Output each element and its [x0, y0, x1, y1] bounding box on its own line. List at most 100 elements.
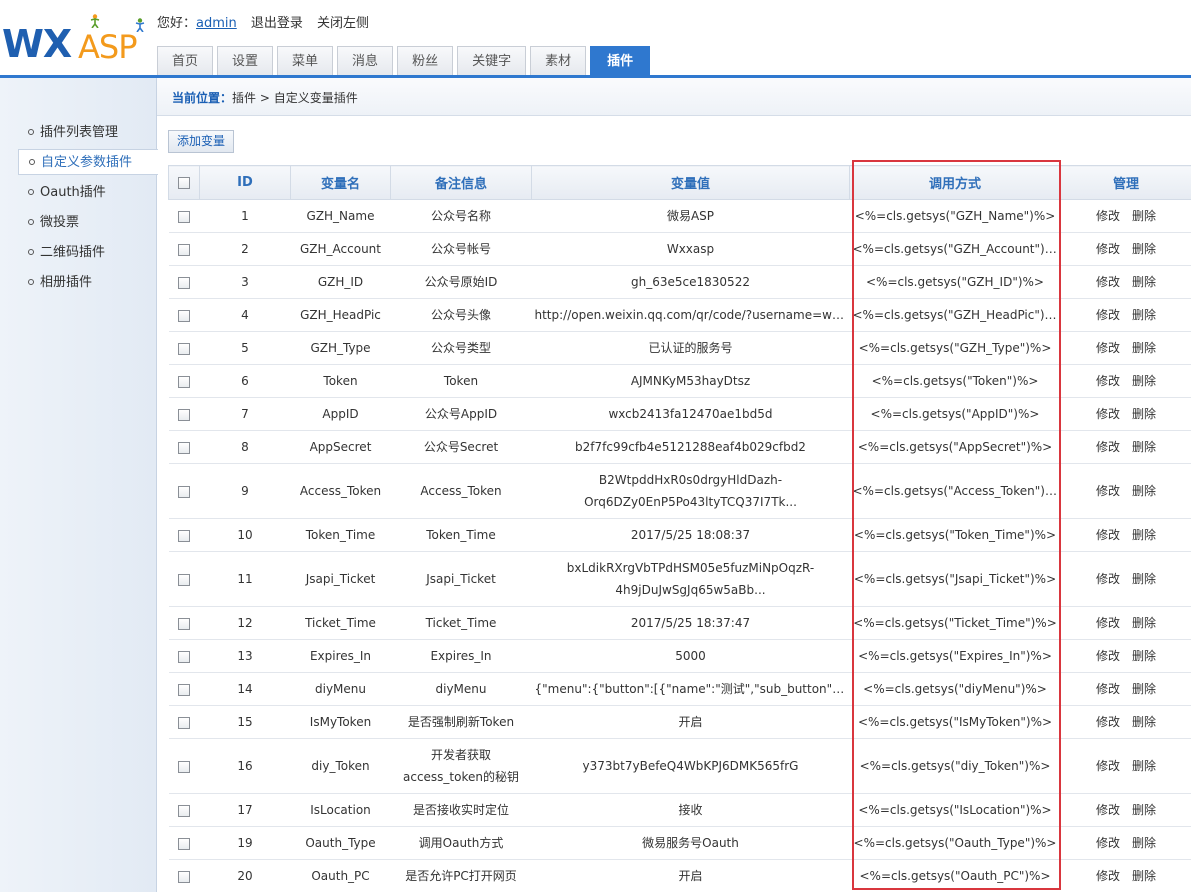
- sidebar-item-plugin-list[interactable]: 插件列表管理: [18, 120, 158, 146]
- sidebar-item-custom-params[interactable]: 自定义参数插件: [18, 149, 158, 175]
- add-variable-button[interactable]: 添加变量: [168, 130, 235, 153]
- delete-link[interactable]: 删除: [1132, 242, 1156, 256]
- edit-link[interactable]: 修改: [1096, 869, 1120, 883]
- row-checkbox[interactable]: [178, 243, 190, 256]
- edit-link[interactable]: 修改: [1096, 275, 1120, 289]
- cell-name: IsLocation: [290, 793, 391, 827]
- row-checkbox[interactable]: [178, 650, 190, 663]
- column-header-value[interactable]: 变量值: [531, 165, 850, 200]
- edit-link[interactable]: 修改: [1096, 374, 1120, 388]
- edit-link[interactable]: 修改: [1096, 308, 1120, 322]
- row-checkbox[interactable]: [178, 573, 190, 586]
- delete-link[interactable]: 删除: [1132, 374, 1156, 388]
- logout-link[interactable]: 退出登录: [251, 16, 303, 31]
- edit-link[interactable]: 修改: [1096, 209, 1120, 223]
- edit-link[interactable]: 修改: [1096, 759, 1120, 773]
- sidebar-item-label: Oauth插件: [40, 185, 106, 200]
- wxasp-logo[interactable]: WX ASP: [2, 14, 154, 68]
- edit-link[interactable]: 修改: [1096, 682, 1120, 696]
- cell-name: GZH_Type: [290, 331, 391, 365]
- delete-link[interactable]: 删除: [1132, 275, 1156, 289]
- cell-id: 1: [199, 199, 291, 233]
- delete-link[interactable]: 删除: [1132, 715, 1156, 729]
- cell-name: Jsapi_Ticket: [290, 551, 391, 607]
- delete-link[interactable]: 删除: [1132, 572, 1156, 586]
- row-checkbox[interactable]: [178, 683, 190, 696]
- edit-link[interactable]: 修改: [1096, 341, 1120, 355]
- delete-link[interactable]: 删除: [1132, 836, 1156, 850]
- column-header-manage[interactable]: 管理: [1060, 165, 1191, 200]
- cell-id: 8: [199, 430, 291, 464]
- edit-link[interactable]: 修改: [1096, 836, 1120, 850]
- row-checkbox[interactable]: [178, 716, 190, 729]
- row-checkbox[interactable]: [178, 408, 190, 421]
- tab-menu[interactable]: 菜单: [277, 46, 334, 75]
- person-figure-icon: [90, 14, 100, 28]
- username-link[interactable]: admin: [196, 16, 237, 31]
- edit-link[interactable]: 修改: [1096, 528, 1120, 542]
- cell-id: 6: [199, 364, 291, 398]
- delete-link[interactable]: 删除: [1132, 528, 1156, 542]
- cell-name: Oauth_Type: [290, 826, 391, 860]
- edit-link[interactable]: 修改: [1096, 242, 1120, 256]
- edit-link[interactable]: 修改: [1096, 484, 1120, 498]
- delete-link[interactable]: 删除: [1132, 341, 1156, 355]
- row-checkbox[interactable]: [178, 485, 190, 498]
- row-checkbox[interactable]: [178, 375, 190, 388]
- tab-home[interactable]: 首页: [157, 46, 214, 75]
- delete-link[interactable]: 删除: [1132, 869, 1156, 883]
- delete-link[interactable]: 删除: [1132, 484, 1156, 498]
- delete-link[interactable]: 删除: [1132, 440, 1156, 454]
- edit-link[interactable]: 修改: [1096, 407, 1120, 421]
- sidebar-item-vote[interactable]: 微投票: [18, 210, 158, 236]
- row-checkbox[interactable]: [178, 210, 190, 223]
- tab-messages[interactable]: 消息: [337, 46, 394, 75]
- edit-link[interactable]: 修改: [1096, 803, 1120, 817]
- sidebar-item-album[interactable]: 相册插件: [18, 270, 158, 296]
- column-header-id[interactable]: ID: [199, 165, 291, 200]
- column-header-note[interactable]: 备注信息: [390, 165, 532, 200]
- close-left-link[interactable]: 关闭左侧: [317, 16, 369, 31]
- tab-fans[interactable]: 粉丝: [397, 46, 454, 75]
- delete-link[interactable]: 删除: [1132, 803, 1156, 817]
- edit-link[interactable]: 修改: [1096, 572, 1120, 586]
- delete-link[interactable]: 删除: [1132, 682, 1156, 696]
- row-checkbox[interactable]: [178, 342, 190, 355]
- edit-link[interactable]: 修改: [1096, 440, 1120, 454]
- column-header-call[interactable]: 调用方式: [849, 165, 1061, 200]
- cell-name: AppID: [290, 397, 391, 431]
- row-checkbox[interactable]: [178, 870, 190, 883]
- tab-materials[interactable]: 素材: [530, 46, 587, 75]
- delete-link[interactable]: 删除: [1132, 616, 1156, 630]
- tab-plugins[interactable]: 插件: [590, 46, 651, 76]
- bullet-icon: [28, 249, 34, 255]
- row-checkbox[interactable]: [178, 760, 190, 773]
- row-checkbox[interactable]: [178, 804, 190, 817]
- row-checkbox[interactable]: [178, 529, 190, 542]
- row-checkbox[interactable]: [178, 441, 190, 454]
- edit-link[interactable]: 修改: [1096, 616, 1120, 630]
- edit-link[interactable]: 修改: [1096, 649, 1120, 663]
- delete-link[interactable]: 删除: [1132, 407, 1156, 421]
- row-checkbox[interactable]: [178, 837, 190, 850]
- delete-link[interactable]: 删除: [1132, 209, 1156, 223]
- bullet-icon: [29, 159, 35, 165]
- row-checkbox[interactable]: [178, 276, 190, 289]
- delete-link[interactable]: 删除: [1132, 649, 1156, 663]
- column-header-name[interactable]: 变量名: [290, 165, 391, 200]
- cell-note: 公众号帐号: [390, 232, 532, 266]
- row-checkbox[interactable]: [178, 617, 190, 630]
- sidebar-item-qrcode[interactable]: 二维码插件: [18, 240, 158, 266]
- tab-settings[interactable]: 设置: [217, 46, 274, 75]
- select-all-checkbox[interactable]: [178, 176, 190, 189]
- row-actions-cell: 修改 删除: [1060, 298, 1191, 332]
- edit-link[interactable]: 修改: [1096, 715, 1120, 729]
- row-checkbox[interactable]: [178, 309, 190, 322]
- delete-link[interactable]: 删除: [1132, 308, 1156, 322]
- tab-keywords[interactable]: 关键字: [457, 46, 527, 75]
- table-row: 20 Oauth_PC 是否允许PC打开网页 开启 <%=cls.getsys("Oau…: [168, 859, 1191, 892]
- table-row: 2 GZH_Account 公众号帐号 Wxxasp <%=cls.getsys("GZ…: [168, 232, 1191, 266]
- sidebar-item-oauth[interactable]: Oauth插件: [18, 180, 158, 206]
- select-all-header: [168, 165, 200, 200]
- delete-link[interactable]: 删除: [1132, 759, 1156, 773]
